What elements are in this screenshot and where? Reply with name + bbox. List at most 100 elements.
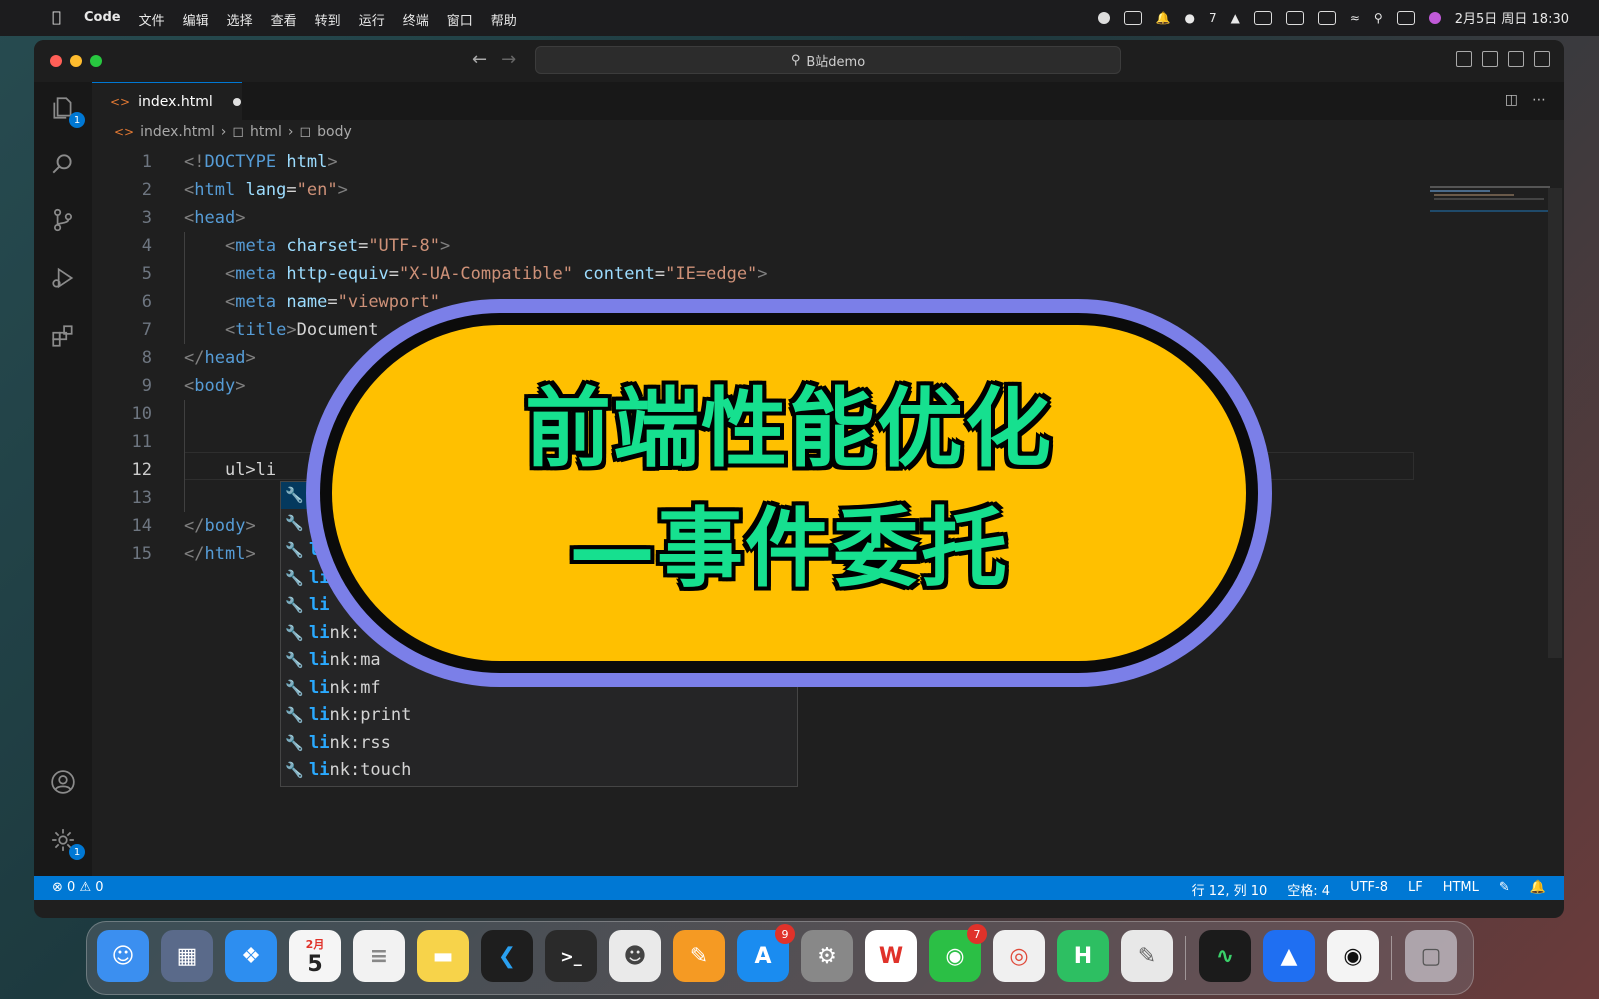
encoding-setting[interactable]: UTF-8	[1350, 880, 1388, 899]
menubar-clock[interactable]: 2月5日 周日 18:30	[1455, 8, 1569, 27]
menu-selection[interactable]: 选择	[227, 10, 253, 29]
extensions-icon[interactable]	[49, 322, 77, 350]
wechat-dock-icon[interactable]: ◉ 7	[929, 924, 987, 982]
battery-icon[interactable]	[1317, 10, 1336, 25]
bell-icon[interactable]: 🔔	[1156, 11, 1171, 25]
line-number: 6	[141, 292, 152, 312]
problems-status[interactable]: ⊗ 0 ⚠ 0	[52, 880, 104, 895]
feedback-icon[interactable]: ✎	[1499, 880, 1510, 899]
forward-arrow-icon[interactable]: →	[501, 49, 516, 70]
siri-icon[interactable]	[1428, 11, 1441, 24]
customize-layout-icon[interactable]	[1534, 51, 1550, 67]
command-center[interactable]: ⚲ B站demo	[535, 46, 1121, 74]
cursor-position[interactable]: 行 12, 列 10	[1192, 880, 1268, 899]
minimize-window-button[interactable]	[70, 55, 82, 67]
calendar-icon[interactable]: 2月 5	[289, 930, 341, 982]
code-line: <meta charset="UTF-8">	[224, 236, 451, 256]
activity-monitor-icon[interactable]: ∿	[1199, 930, 1251, 982]
minimap[interactable]	[1430, 186, 1550, 226]
toggle-secondary-sidebar-icon[interactable]	[1508, 51, 1524, 67]
safari-icon[interactable]: ❖	[225, 930, 277, 982]
reminders-icon[interactable]: ≡	[353, 930, 405, 982]
account-icon[interactable]	[49, 768, 77, 796]
wrench-icon: 🔧	[285, 513, 304, 532]
breadcrumb-file[interactable]: index.html	[140, 124, 215, 140]
control-center-icon[interactable]	[1396, 10, 1415, 25]
input-method-icon[interactable]	[1285, 10, 1304, 25]
line-number: 9	[141, 376, 152, 396]
menu-app-name[interactable]: Code	[84, 10, 121, 29]
wps-icon[interactable]: W	[865, 930, 917, 982]
menu-terminal[interactable]: 终端	[403, 10, 429, 29]
line-number: 14	[131, 516, 152, 536]
messages-bot-icon[interactable]: ☻	[609, 930, 661, 982]
notes-icon[interactable]: ▬	[417, 930, 469, 982]
suggestion-item[interactable]: 🔧 link:rss	[281, 730, 797, 757]
hbuilder-icon[interactable]: H	[1057, 930, 1109, 982]
vscode-dock-icon[interactable]: ❮	[481, 930, 533, 982]
trash-icon[interactable]: ▢	[1405, 930, 1457, 982]
suggestion-item[interactable]: 🔧 link:touch	[281, 757, 797, 784]
launchpad-icon[interactable]: ▦	[161, 930, 213, 982]
wifi-icon[interactable]: ≈	[1350, 11, 1360, 25]
line-number: 10	[131, 404, 152, 424]
line-number: 12	[131, 460, 152, 480]
unsaved-dot-icon[interactable]	[232, 97, 241, 106]
code-line: <head>	[184, 208, 246, 228]
settings-badge: 1	[69, 844, 85, 860]
more-actions-icon[interactable]: ⋯	[1532, 92, 1546, 108]
lark-icon[interactable]: ▲	[1263, 930, 1315, 982]
eol-setting[interactable]: LF	[1408, 880, 1423, 899]
spotlight-icon[interactable]: ⚲	[1374, 11, 1383, 25]
vertical-scrollbar[interactable]	[1548, 188, 1562, 658]
title-overlay: 前端性能优化 —事件委托	[306, 299, 1272, 687]
finder-icon[interactable]: ☺	[97, 930, 149, 982]
suggestion-rest: nk:print	[329, 705, 412, 725]
language-mode[interactable]: HTML	[1443, 880, 1479, 899]
terminal-icon[interactable]: >_	[545, 930, 597, 982]
wechat-tray-icon[interactable]: ●	[1185, 11, 1195, 25]
apple-icon[interactable]: 	[52, 8, 61, 26]
menu-file[interactable]: 文件	[139, 10, 165, 29]
chrome-icon[interactable]: ◎	[993, 930, 1045, 982]
qq-icon[interactable]: ◉	[1327, 930, 1379, 982]
run-debug-icon[interactable]	[49, 264, 77, 292]
menu-window[interactable]: 窗口	[447, 10, 473, 29]
wps-tray-icon[interactable]	[1123, 10, 1142, 25]
window-controls	[50, 55, 102, 67]
zoom-window-button[interactable]	[90, 55, 102, 67]
textedit-icon[interactable]: ✎	[1121, 930, 1173, 982]
menu-help[interactable]: 帮助	[491, 10, 517, 29]
back-arrow-icon[interactable]: ←	[472, 49, 487, 70]
toggle-panel-icon[interactable]	[1482, 51, 1498, 67]
explorer-icon[interactable]: 1	[49, 94, 85, 128]
app-store-icon[interactable]: A 9	[737, 924, 795, 982]
menu-run[interactable]: 运行	[359, 10, 385, 29]
dock-separator	[1185, 936, 1186, 980]
suggestion-match: li	[309, 760, 330, 780]
source-control-icon[interactable]	[49, 206, 77, 234]
menu-edit[interactable]: 编辑	[183, 10, 209, 29]
notifications-bell-icon[interactable]: 🔔	[1530, 880, 1546, 899]
manage-gear-icon[interactable]: 1	[49, 826, 85, 860]
pages-icon[interactable]: ✎	[673, 930, 725, 982]
tab-index-html[interactable]: <> index.html	[92, 82, 242, 120]
wrench-icon: 🔧	[285, 568, 304, 587]
toggle-primary-sidebar-icon[interactable]	[1456, 51, 1472, 67]
split-editor-icon[interactable]: ◫	[1505, 92, 1518, 108]
keyboard-icon[interactable]	[1253, 10, 1272, 25]
line-number: 5	[141, 264, 152, 284]
suggestion-item[interactable]: 🔧 link:print	[281, 702, 797, 729]
system-settings-icon[interactable]: ⚙	[801, 930, 853, 982]
record-icon[interactable]	[1097, 11, 1110, 24]
indentation-setting[interactable]: 空格: 4	[1287, 880, 1330, 899]
breadcrumb-body[interactable]: body	[317, 124, 352, 140]
menu-go[interactable]: 转到	[315, 10, 341, 29]
breadcrumb-html[interactable]: html	[250, 124, 282, 140]
menu-view[interactable]: 查看	[271, 10, 297, 29]
macos-menubar:  Code 文件 编辑 选择 查看 转到 运行 终端 窗口 帮助 🔔 ● 7 …	[0, 0, 1599, 36]
search-icon[interactable]	[49, 150, 77, 178]
close-window-button[interactable]	[50, 55, 62, 67]
command-center-label: B站demo	[806, 54, 866, 70]
lark-tray-icon[interactable]: ▲	[1231, 11, 1240, 25]
